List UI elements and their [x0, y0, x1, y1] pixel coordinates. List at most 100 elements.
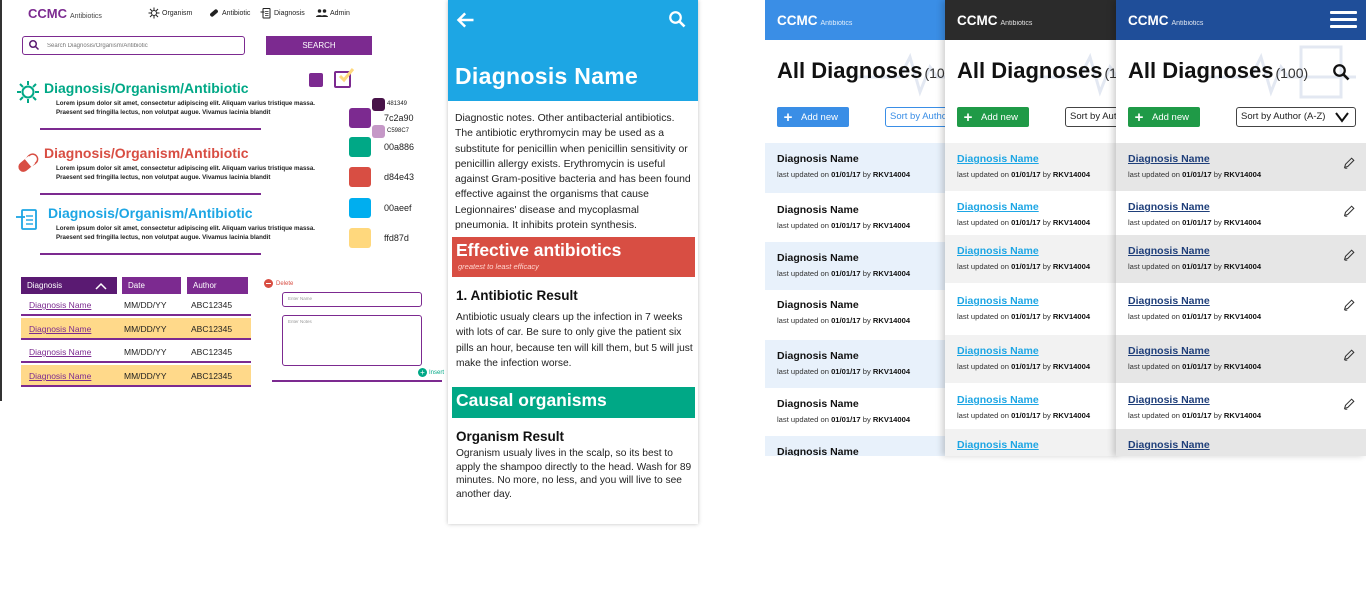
- app-logo-text: CCMC: [777, 13, 818, 28]
- diagnosis-name-link[interactable]: Diagnosis Name: [1128, 439, 1210, 451]
- diagnosis-name-link[interactable]: Diagnosis Name: [957, 394, 1039, 406]
- app-logo[interactable]: CCMC Antibiotics: [777, 13, 852, 28]
- search-icon[interactable]: [1332, 63, 1350, 81]
- diagnosis-name-link[interactable]: Diagnosis Name: [777, 299, 859, 311]
- diagnosis-name-link[interactable]: Diagnosis Name: [957, 201, 1039, 213]
- nav-admin[interactable]: Admin: [316, 7, 350, 19]
- add-new-button[interactable]: + Add new: [777, 107, 849, 127]
- pencil-edit-icon[interactable]: [1342, 156, 1356, 170]
- swatch-label: d84e43: [384, 172, 415, 182]
- pencil-edit-icon[interactable]: [1342, 397, 1356, 411]
- row-stripe: [945, 335, 1120, 383]
- diagnosis-name-link[interactable]: Diagnosis Name: [777, 398, 859, 410]
- date-cell: MM/DD/YY: [124, 371, 167, 381]
- nav-organism[interactable]: Organism: [148, 7, 192, 19]
- sort-dropdown[interactable]: Sort by Author (A-Z): [1065, 107, 1120, 127]
- diagnosis-name-link[interactable]: Diagnosis Name: [957, 439, 1039, 451]
- row-stripe: [1116, 335, 1366, 383]
- diagnosis-name-link[interactable]: Diagnosis Name: [777, 153, 859, 165]
- diagnosis-name-link[interactable]: Diagnosis Name: [957, 245, 1039, 257]
- minus-circle-icon: [264, 279, 273, 288]
- plus-icon: +: [1134, 108, 1144, 126]
- diagnosis-name-link[interactable]: Diagnosis Name: [777, 350, 859, 362]
- diagnosis-name-link[interactable]: Diagnosis Name: [777, 252, 859, 264]
- sort-dropdown[interactable]: Sort by Author (A-Z): [885, 107, 950, 127]
- diagnosis-link[interactable]: Diagnosis Name: [29, 300, 91, 310]
- diagnosis-name-link[interactable]: Diagnosis Name: [957, 295, 1039, 307]
- diagnostic-notes: Diagnostic notes. Other antibacterial an…: [455, 113, 691, 232]
- pencil-edit-icon[interactable]: [1342, 248, 1356, 262]
- diagnosis-link[interactable]: Diagnosis Name: [29, 371, 91, 381]
- app-logo-text: CCMC: [28, 6, 67, 21]
- diagnosis-name-link[interactable]: Diagnosis Name: [777, 204, 859, 216]
- meta-author: RKV14004: [1223, 218, 1262, 227]
- search-icon[interactable]: [668, 10, 686, 28]
- guide-search-input[interactable]: [47, 39, 237, 52]
- meta-author: RKV14004: [1052, 411, 1091, 420]
- column-header-date[interactable]: Date: [122, 277, 181, 294]
- diagnosis-name-link[interactable]: Diagnosis Name: [777, 446, 859, 456]
- antibiotic-result-text: Antibiotic usualy clears up the infectio…: [456, 312, 693, 369]
- diagnosis-name-link[interactable]: Diagnosis Name: [1128, 245, 1210, 257]
- diagnosis-name-link[interactable]: Diagnosis Name: [1128, 345, 1210, 357]
- column-header-label: Diagnosis: [27, 281, 63, 290]
- date-cell: MM/DD/YY: [124, 347, 167, 357]
- name-field[interactable]: Enter Name: [282, 292, 422, 307]
- diagnosis-name-link[interactable]: Diagnosis Name: [1128, 295, 1210, 307]
- top-app-bar: CCMC Antibiotics: [1116, 0, 1366, 40]
- column-header-diagnosis[interactable]: Diagnosis: [21, 277, 117, 294]
- sort-dropdown[interactable]: Sort by Author (A-Z): [1236, 107, 1356, 127]
- nav-diagnosis-label: Diagnosis: [274, 9, 305, 17]
- page-title-text: All Diagnoses: [957, 58, 1103, 83]
- delete-button[interactable]: Delete: [264, 279, 293, 288]
- nav-antibiotic[interactable]: Antibiotic: [208, 7, 250, 19]
- meta-date: 01/01/17: [1182, 170, 1212, 179]
- meta-prefix: last updated on: [957, 218, 1009, 227]
- last-updated-meta: last updated on 01/01/17 by RKV14004: [1128, 411, 1261, 420]
- diagnosis-link[interactable]: Diagnosis Name: [29, 324, 91, 334]
- guide-search-button[interactable]: SEARCH: [266, 36, 372, 55]
- hamburger-menu-icon[interactable]: [1330, 11, 1357, 28]
- diagnosis-name-link[interactable]: Diagnosis Name: [957, 153, 1039, 165]
- swatch-label: 7c2a90: [384, 113, 414, 123]
- page-title: All Diagnoses(100): [957, 58, 1120, 84]
- row-stripe: [1116, 143, 1366, 191]
- organism-result-title[interactable]: Organism Result: [456, 429, 564, 444]
- diagnosis-name-link[interactable]: Diagnosis Name: [1128, 394, 1210, 406]
- app-logo[interactable]: CCMC Antibiotics: [1128, 13, 1203, 28]
- meta-by: by: [1213, 262, 1222, 271]
- meta-prefix: last updated on: [957, 362, 1009, 371]
- antibiotic-result-title[interactable]: 1. Antibiotic Result: [456, 288, 578, 303]
- add-new-button[interactable]: + Add new: [957, 107, 1029, 127]
- notes-field[interactable]: Enter Notes: [282, 315, 422, 366]
- meta-prefix: last updated on: [777, 367, 829, 376]
- diagnosis-link[interactable]: Diagnosis Name: [29, 347, 91, 357]
- pencil-edit-icon[interactable]: [1342, 298, 1356, 312]
- last-updated-meta: last updated on 01/01/17 by RKV14004: [1128, 218, 1261, 227]
- meta-date: 01/01/17: [831, 367, 861, 376]
- app-logo[interactable]: CCMC Antibiotics: [957, 13, 1032, 28]
- column-header-author[interactable]: Author: [187, 277, 248, 294]
- diagnosis-name-link[interactable]: Diagnosis Name: [1128, 201, 1210, 213]
- app-logo[interactable]: CCMC Antibiotics: [28, 6, 102, 21]
- meta-date: 01/01/17: [1182, 262, 1212, 271]
- row-stripe: [945, 143, 1120, 191]
- meta-by: by: [1213, 362, 1222, 371]
- checkbox-checked[interactable]: [334, 68, 354, 88]
- sample-title: Diagnosis/Organism/Antibiotic: [44, 145, 249, 161]
- meta-date: 01/01/17: [1011, 411, 1041, 420]
- pencil-edit-icon[interactable]: [1342, 204, 1356, 218]
- meta-prefix: last updated on: [777, 415, 829, 424]
- notes-placeholder: Enter Notes: [288, 319, 312, 324]
- meta-author: RKV14004: [1223, 312, 1262, 321]
- add-new-button[interactable]: + Add new: [1128, 107, 1200, 127]
- color-swatch-c598c7: [372, 125, 385, 138]
- date-cell: MM/DD/YY: [124, 300, 167, 310]
- pencil-edit-icon[interactable]: [1342, 348, 1356, 362]
- diagnosis-name-link[interactable]: Diagnosis Name: [957, 345, 1039, 357]
- back-arrow-icon[interactable]: [456, 10, 476, 30]
- diagnosis-name-link[interactable]: Diagnosis Name: [1128, 153, 1210, 165]
- insert-button[interactable]: + Insert: [418, 368, 444, 377]
- checkbox-unchecked[interactable]: [309, 73, 323, 87]
- nav-diagnosis[interactable]: Diagnosis: [260, 7, 305, 19]
